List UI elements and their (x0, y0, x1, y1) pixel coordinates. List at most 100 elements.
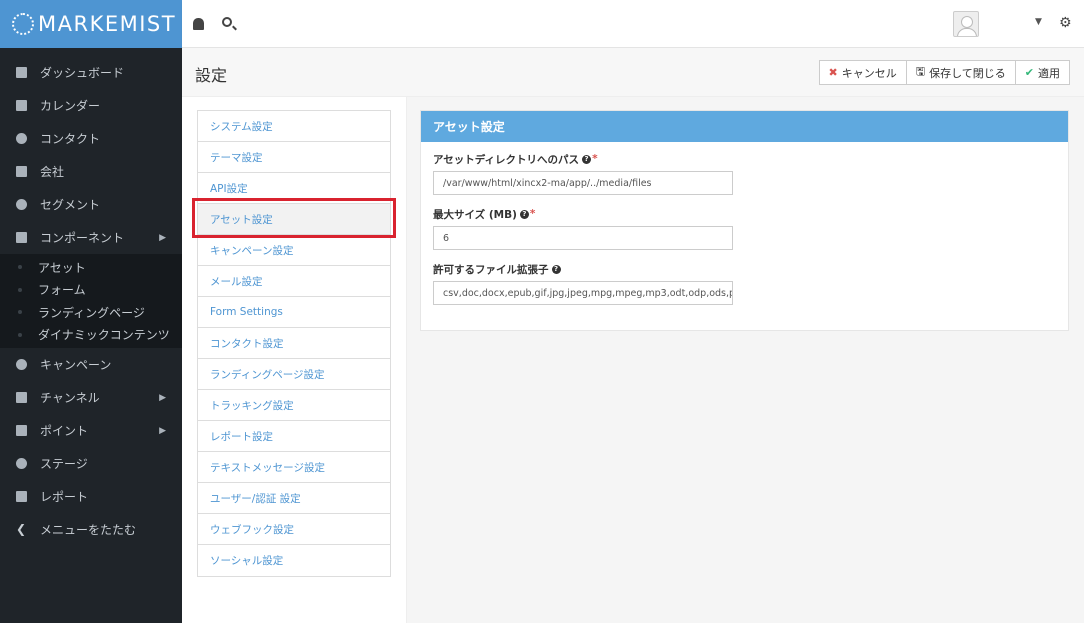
clock-icon (16, 359, 27, 370)
sidebar-item-points[interactable]: ポイント ▶ (0, 414, 182, 447)
sidebar-item-components[interactable]: コンポーネント ▶ (0, 221, 182, 254)
building-icon (16, 166, 27, 177)
bell-icon[interactable] (193, 18, 204, 30)
required-marker: * (592, 153, 598, 165)
required-marker: * (529, 208, 536, 220)
sidebar-item-label: ステージ (40, 457, 88, 471)
max-size-field-group: 最大サイズ (MB) ? * 6 (433, 206, 733, 250)
brand-name: MARKEMIST (38, 12, 177, 36)
settings-menu-item-contacts[interactable]: コンタクト設定 (198, 328, 390, 359)
save-close-button[interactable]: 🖫 保存して閉じる (905, 60, 1016, 85)
subnav-item-label: ランディングページ (38, 305, 145, 320)
settings-menu-item-landing-pages[interactable]: ランディングページ設定 (198, 359, 390, 390)
bullet-icon (18, 287, 22, 292)
sidebar-item-channels[interactable]: チャンネル ▶ (0, 381, 182, 414)
sidebar-item-label: チャンネル (40, 391, 100, 405)
apply-button-label: 適用 (1038, 66, 1060, 80)
allowed-extensions-input[interactable]: csv,doc,docx,epub,gif,jpg,jpeg,mpg,mpeg,… (433, 281, 733, 305)
sidebar-item-label: カレンダー (40, 99, 101, 113)
sidebar-item-contacts[interactable]: コンタクト (0, 122, 182, 155)
collapse-menu-button[interactable]: ❮ メニューをたたむ (0, 513, 182, 546)
panel-title: アセット設定 (421, 111, 1068, 142)
sidebar-item-dashboard[interactable]: ダッシュボード (0, 56, 182, 89)
subnav-item-landing-pages[interactable]: ランディングページ (0, 301, 182, 324)
settings-menu-item-reports[interactable]: レポート設定 (198, 421, 390, 452)
calculator-icon (16, 425, 27, 436)
sidebar-item-campaigns[interactable]: キャンペーン (0, 348, 182, 381)
components-subnav: アセット フォーム ランディングページ ダイナミックコンテンツ (0, 254, 182, 348)
chevron-right-icon: ▶ (159, 392, 166, 403)
asset-path-input[interactable]: /var/www/html/xincx2-ma/app/../media/fil… (433, 171, 733, 195)
page-title: 設定 (195, 66, 228, 85)
subnav-item-label: ダイナミックコンテンツ (38, 328, 170, 343)
settings-menu-item-assets[interactable]: アセット設定 (198, 204, 390, 235)
sidebar-item-label: コンポーネント (40, 231, 125, 245)
top-bar: ▼ ⚙ (182, 0, 1084, 48)
settings-menu-item-text-messages[interactable]: テキストメッセージ設定 (198, 452, 390, 483)
puzzle-icon (16, 232, 27, 243)
asset-settings-panel: アセット設定 アセットディレクトリへのパス ? * /var/www/html/… (420, 110, 1069, 331)
max-size-input[interactable]: 6 (433, 226, 733, 250)
subnav-item-label: フォーム (38, 283, 86, 298)
sidebar-item-label: セグメント (40, 198, 101, 212)
sidebar: MARKEMIST ダッシュボード カレンダー コンタクト 会社 セグメント コ… (0, 0, 182, 623)
subnav-item-assets[interactable]: アセット (0, 256, 182, 279)
avatar[interactable] (953, 11, 979, 37)
settings-menu: システム設定 テーマ設定 API設定 アセット設定 キャンペーン設定 メール設定… (197, 110, 391, 577)
line-chart-icon (16, 491, 27, 502)
brand-logo[interactable]: MARKEMIST (0, 0, 182, 48)
sidebar-item-segments[interactable]: セグメント (0, 188, 182, 221)
settings-menu-item-theme[interactable]: テーマ設定 (198, 142, 390, 173)
settings-menu-item-webhooks[interactable]: ウェブフック設定 (198, 514, 390, 545)
chevron-right-icon: ▶ (159, 425, 166, 436)
help-icon[interactable]: ? (582, 154, 592, 164)
sidebar-item-label: キャンペーン (40, 358, 112, 372)
subnav-item-forms[interactable]: フォーム (0, 279, 182, 302)
max-size-label-text: 最大サイズ (MB) (433, 208, 517, 221)
settings-content: アセット設定 アセットディレクトリへのパス ? * /var/www/html/… (407, 97, 1084, 623)
settings-menu-item-social[interactable]: ソーシャル設定 (198, 545, 390, 576)
tachometer-icon (16, 458, 27, 469)
sidebar-nav: ダッシュボード カレンダー コンタクト 会社 セグメント コンポーネント ▶ アセ… (0, 48, 182, 546)
settings-menu-item-api[interactable]: API設定 (198, 173, 390, 204)
settings-menu-item-system[interactable]: システム設定 (198, 111, 390, 142)
check-icon: ✔ (1024, 66, 1034, 79)
save-icon: 🖫 (915, 65, 926, 78)
save-close-button-label: 保存して閉じる (929, 66, 1006, 80)
help-icon[interactable]: ? (519, 209, 529, 219)
asset-path-field-group: アセットディレクトリへのパス ? * /var/www/html/xincx2-… (433, 151, 733, 195)
close-icon: ✖ (828, 66, 838, 79)
sidebar-item-companies[interactable]: 会社 (0, 155, 182, 188)
user-icon (16, 133, 27, 144)
help-icon[interactable]: ? (551, 264, 561, 274)
rss-icon (16, 392, 27, 403)
collapse-menu-label: メニューをたたむ (40, 523, 137, 537)
dashboard-icon (16, 67, 27, 78)
calendar-icon (16, 100, 27, 111)
cancel-button[interactable]: ✖ キャンセル (818, 60, 907, 85)
cancel-button-label: キャンセル (841, 66, 897, 80)
chevron-left-icon: ❮ (16, 522, 27, 536)
settings-menu-item-forms[interactable]: Form Settings (198, 297, 390, 328)
chevron-down-icon[interactable]: ▼ (1035, 17, 1042, 27)
gear-icon[interactable]: ⚙ (1059, 15, 1072, 31)
pie-chart-icon (16, 199, 27, 210)
sidebar-item-label: ダッシュボード (40, 66, 125, 80)
settings-menu-item-user-auth[interactable]: ユーザー/認証 設定 (198, 483, 390, 514)
settings-menu-item-tracking[interactable]: トラッキング設定 (198, 390, 390, 421)
sidebar-item-label: レポート (40, 490, 89, 504)
sidebar-item-stages[interactable]: ステージ (0, 447, 182, 480)
logo-icon (12, 13, 34, 35)
subnav-item-dynamic-content[interactable]: ダイナミックコンテンツ (0, 324, 182, 347)
sidebar-item-calendar[interactable]: カレンダー (0, 89, 182, 122)
settings-menu-item-email[interactable]: メール設定 (198, 266, 390, 297)
page-header: 設定 ✖ キャンセル 🖫 保存して閉じる ✔ 適用 (182, 48, 1084, 97)
apply-button[interactable]: ✔ 適用 (1014, 60, 1070, 85)
search-icon[interactable] (222, 17, 232, 27)
subnav-item-label: アセット (38, 260, 86, 275)
asset-path-label: アセットディレクトリへのパス ? * (433, 151, 733, 167)
allowed-extensions-field-group: 許可するファイル拡張子 ? csv,doc,docx,epub,gif,jpg,… (433, 261, 733, 305)
sidebar-item-reports[interactable]: レポート (0, 480, 182, 513)
chevron-right-icon: ▶ (159, 232, 166, 243)
settings-menu-item-campaigns[interactable]: キャンペーン設定 (198, 235, 390, 266)
